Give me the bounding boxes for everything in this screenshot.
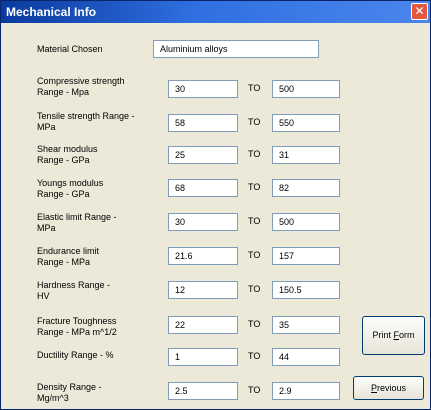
range-label: Elastic limit Range - MPa <box>37 212 117 234</box>
range-label-line1: Endurance limit <box>37 246 100 256</box>
range-label: Density Range - Mg/m^3 <box>37 382 102 404</box>
range-max-input[interactable]: 44 <box>272 348 340 366</box>
range-max-input[interactable]: 150.5 <box>272 281 340 299</box>
range-label-line1: Tensile strength Range - <box>37 111 135 121</box>
range-label-line2: Range - GPa <box>37 155 90 165</box>
range-label-line2: HV <box>37 291 50 301</box>
range-min-input[interactable]: 30 <box>168 80 238 98</box>
range-label-line1: Density Range - <box>37 382 102 392</box>
to-label: TO <box>248 182 261 192</box>
range-max-input[interactable]: 500 <box>272 213 340 231</box>
material-chosen-label: Material Chosen <box>37 44 103 54</box>
to-label: TO <box>248 319 261 329</box>
range-label: Tensile strength Range - MPa <box>37 111 135 133</box>
range-max-input[interactable]: 157 <box>272 247 340 265</box>
range-max-input[interactable]: 82 <box>272 179 340 197</box>
range-label-line1: Shear modulus <box>37 144 98 154</box>
to-label: TO <box>248 216 261 226</box>
range-label-line2: MPa <box>37 122 56 132</box>
range-label: Shear modulus Range - GPa <box>37 144 98 166</box>
range-label: Hardness Range - HV <box>37 280 110 302</box>
range-max-input[interactable]: 500 <box>272 80 340 98</box>
window-title: Mechanical Info <box>6 5 97 19</box>
to-label: TO <box>248 149 261 159</box>
range-label: Ductility Range - % <box>37 350 114 361</box>
to-label: TO <box>248 385 261 395</box>
material-chosen-field[interactable]: Aluminium alloys <box>153 40 319 58</box>
range-min-input[interactable]: 2.5 <box>168 382 238 400</box>
to-label: TO <box>248 250 261 260</box>
range-label-line2: Range - MPa <box>37 257 91 267</box>
print-form-label: Print Form <box>372 330 415 340</box>
print-form-button[interactable]: Print Form <box>362 316 425 355</box>
previous-label: Previous <box>370 383 407 393</box>
range-max-input[interactable]: 2.9 <box>272 382 340 400</box>
to-label: TO <box>248 117 261 127</box>
range-label-line2: Mg/m^3 <box>37 393 69 403</box>
range-label-line2: Range - MPa m^1/2 <box>37 327 117 337</box>
to-label: TO <box>248 83 261 93</box>
title-bar: Mechanical Info ✕ <box>1 1 430 23</box>
range-min-input[interactable]: 1 <box>168 348 238 366</box>
close-button[interactable]: ✕ <box>411 3 428 20</box>
range-min-input[interactable]: 30 <box>168 213 238 231</box>
range-label-line1: Hardness Range - <box>37 280 111 290</box>
range-label-line2: MPa <box>37 223 56 233</box>
range-label-line1: Fracture Toughness <box>37 316 117 326</box>
range-label-line1: Youngs modulus <box>37 178 104 188</box>
range-min-input[interactable]: 25 <box>168 146 238 164</box>
range-max-input[interactable]: 31 <box>272 146 340 164</box>
range-max-input[interactable]: 550 <box>272 114 340 132</box>
range-max-input[interactable]: 35 <box>272 316 340 334</box>
to-label: TO <box>248 351 261 361</box>
range-min-input[interactable]: 68 <box>168 179 238 197</box>
range-label: Compressive strength Range - Mpa <box>37 76 125 98</box>
close-icon: ✕ <box>414 4 425 18</box>
range-min-input[interactable]: 22 <box>168 316 238 334</box>
range-label-line1: Elastic limit Range - <box>37 212 117 222</box>
previous-button[interactable]: Previous <box>353 376 424 400</box>
range-label-line2: Range - Mpa <box>37 87 90 97</box>
range-label: Youngs modulus Range - GPa <box>37 178 103 200</box>
range-min-input[interactable]: 21.6 <box>168 247 238 265</box>
range-label: Endurance limit Range - MPa <box>37 246 99 268</box>
range-min-input[interactable]: 12 <box>168 281 238 299</box>
to-label: TO <box>248 284 261 294</box>
range-label-line1: Ductility Range - % <box>37 350 114 360</box>
range-label-line1: Compressive strength <box>37 76 125 86</box>
mechanical-info-dialog: Mechanical Info ✕ Material Chosen Alumin… <box>0 0 431 410</box>
range-min-input[interactable]: 58 <box>168 114 238 132</box>
range-label: Fracture Toughness Range - MPa m^1/2 <box>37 316 117 338</box>
range-label-line2: Range - GPa <box>37 189 90 199</box>
